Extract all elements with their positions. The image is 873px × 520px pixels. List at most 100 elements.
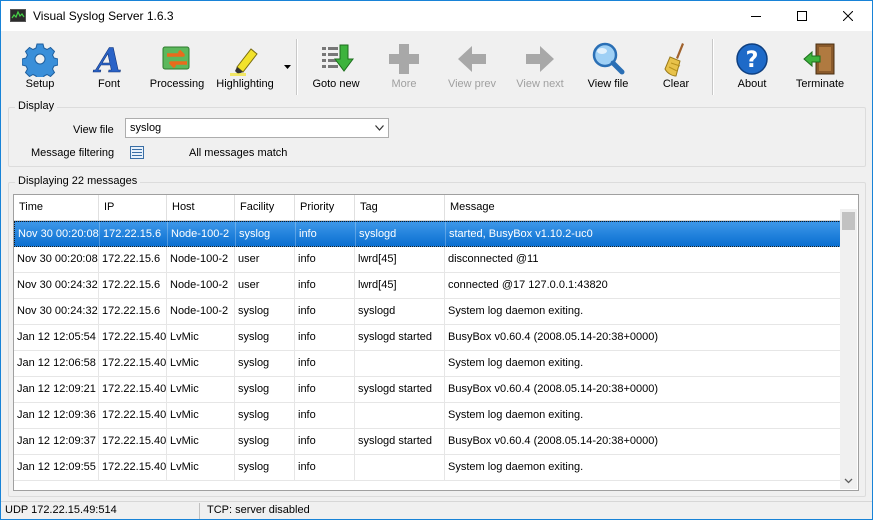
- table-header: Time IP Host Facility Priority Tag Messa…: [14, 195, 841, 221]
- terminate-button[interactable]: Terminate: [787, 31, 853, 97]
- column-header-tag[interactable]: Tag: [355, 195, 445, 220]
- minimize-icon: [751, 16, 761, 17]
- goto-new-button[interactable]: Goto new: [303, 31, 369, 97]
- cell-facility: syslog: [235, 455, 295, 480]
- cell-tag: syslogd started: [355, 325, 445, 350]
- cell-priority: info: [295, 273, 355, 298]
- status-bar: UDP 172.22.15.49:514 TCP: server disable…: [1, 501, 872, 519]
- toolbar-separator: [712, 39, 714, 95]
- column-header-ip[interactable]: IP: [99, 195, 167, 220]
- goto-new-icon: [322, 44, 354, 72]
- maximize-button[interactable]: [779, 1, 825, 31]
- cell-tag: lwrd[45]: [355, 247, 445, 272]
- cell-ip: 172.22.15.6: [99, 273, 167, 298]
- table-row[interactable]: Jan 12 12:09:55 172.22.15.40 LvMic syslog in…: [14, 455, 841, 481]
- setup-button[interactable]: Setup: [7, 31, 73, 97]
- table-row[interactable]: Jan 12 12:05:54 172.22.15.40 LvMic syslog in…: [14, 325, 841, 351]
- view-file-button[interactable]: View file: [575, 31, 641, 97]
- exit-door-icon: [803, 43, 835, 75]
- cell-facility: syslog: [235, 351, 295, 376]
- cell-message: System log daemon exiting.: [448, 409, 584, 421]
- highlighter-icon: [230, 48, 258, 76]
- app-icon: [10, 9, 26, 22]
- cell-ip: 172.22.15.40: [99, 351, 167, 376]
- terminate-label: Terminate: [795, 78, 845, 90]
- cell-ip: 172.22.15.6: [100, 222, 168, 247]
- highlighting-dropdown-icon[interactable]: [284, 65, 291, 69]
- cell-host: Node-100-2: [167, 247, 235, 272]
- close-button[interactable]: [825, 1, 871, 31]
- view-file-field-label: View file: [73, 124, 114, 136]
- view-file-select[interactable]: syslog: [125, 118, 389, 138]
- cell-host: LvMic: [167, 429, 235, 454]
- column-header-host[interactable]: Host: [167, 195, 235, 220]
- table-body: Nov 30 00:20:08 172.22.15.6 Node-100-2 sysl…: [14, 221, 841, 490]
- table-row[interactable]: Jan 12 12:06:58 172.22.15.40 LvMic syslog in…: [14, 351, 841, 377]
- cell-time: Jan 12 12:05:54: [14, 325, 99, 350]
- filter-status-text: All messages match: [189, 147, 288, 159]
- view-next-button[interactable]: View next: [507, 31, 573, 97]
- cell-time: Jan 12 12:09:37: [14, 429, 99, 454]
- cell-priority: info: [296, 222, 356, 247]
- cell-tag: syslogd: [356, 222, 446, 247]
- cell-time: Jan 12 12:09:21: [14, 377, 99, 402]
- cell-message: System log daemon exiting.: [448, 305, 584, 317]
- cell-ip: 172.22.15.40: [99, 325, 167, 350]
- scrollbar-thumb[interactable]: [842, 212, 855, 230]
- view-prev-button[interactable]: View prev: [439, 31, 505, 97]
- font-icon: A: [93, 41, 123, 77]
- cell-time: Nov 30 00:20:08: [14, 247, 99, 272]
- column-header-message[interactable]: Message: [445, 195, 841, 220]
- cell-ip: 172.22.15.40: [99, 403, 167, 428]
- vertical-scrollbar[interactable]: [840, 209, 857, 489]
- cell-host: LvMic: [167, 455, 235, 480]
- cell-priority: info: [295, 299, 355, 324]
- cell-time: Jan 12 12:09:55: [14, 455, 99, 480]
- cell-host: LvMic: [167, 351, 235, 376]
- cell-message: started, BusyBox v1.10.2-uc0: [449, 228, 593, 240]
- cell-priority: info: [295, 403, 355, 428]
- window-title: Visual Syslog Server 1.6.3: [33, 9, 174, 23]
- about-button[interactable]: ? About: [719, 31, 785, 97]
- scroll-down-icon[interactable]: [840, 472, 857, 489]
- processing-button[interactable]: Processing: [144, 31, 210, 97]
- goto-new-label: Goto new: [312, 78, 360, 90]
- cell-priority: info: [295, 351, 355, 376]
- cell-tag: [355, 351, 445, 376]
- filter-list-icon[interactable]: [130, 146, 144, 159]
- cell-time: Nov 30 00:24:32: [14, 273, 99, 298]
- cell-facility: syslog: [235, 429, 295, 454]
- cell-message: BusyBox v0.60.4 (2008.05.14-20:38+0000): [448, 331, 659, 343]
- cell-time: Jan 12 12:06:58: [14, 351, 99, 376]
- cell-tag: syslogd started: [355, 377, 445, 402]
- minimize-button[interactable]: [733, 1, 779, 31]
- more-button[interactable]: More: [371, 31, 437, 97]
- setup-label: Setup: [25, 78, 55, 90]
- arrow-right-icon: [526, 46, 554, 72]
- table-row[interactable]: Nov 30 00:20:08 172.22.15.6 Node-100-2 sysl…: [14, 221, 841, 247]
- cell-host: LvMic: [167, 403, 235, 428]
- cell-facility: syslog: [235, 377, 295, 402]
- table-row[interactable]: Jan 12 12:09:36 172.22.15.40 LvMic syslog in…: [14, 403, 841, 429]
- column-header-facility[interactable]: Facility: [235, 195, 295, 220]
- cell-facility: syslog: [235, 325, 295, 350]
- app-window: Visual Syslog Server 1.6.3 Setup A Font …: [0, 0, 873, 520]
- highlighting-button[interactable]: Highlighting: [212, 31, 278, 97]
- cell-time: Nov 30 00:20:08: [15, 222, 100, 247]
- table-row[interactable]: Jan 12 12:09:21 172.22.15.40 LvMic syslog in…: [14, 377, 841, 403]
- table-row[interactable]: Nov 30 00:24:32 172.22.15.6 Node-100-2 user…: [14, 273, 841, 299]
- title-bar: Visual Syslog Server 1.6.3: [1, 1, 872, 31]
- table-row[interactable]: Jan 12 12:09:37 172.22.15.40 LvMic syslog in…: [14, 429, 841, 455]
- font-button[interactable]: A Font: [76, 31, 142, 97]
- clear-button[interactable]: Clear: [643, 31, 709, 97]
- cell-facility: user: [235, 247, 295, 272]
- table-row[interactable]: Nov 30 00:24:32 172.22.15.6 Node-100-2 sysl…: [14, 299, 841, 325]
- cell-host: LvMic: [167, 377, 235, 402]
- cell-host: Node-100-2: [168, 222, 236, 247]
- table-row[interactable]: Nov 30 00:20:08 172.22.15.6 Node-100-2 user…: [14, 247, 841, 273]
- column-header-priority[interactable]: Priority: [295, 195, 355, 220]
- column-header-time[interactable]: Time: [14, 195, 99, 220]
- plus-icon: [389, 44, 419, 74]
- cell-priority: info: [295, 455, 355, 480]
- cell-message: BusyBox v0.60.4 (2008.05.14-20:38+0000): [448, 435, 659, 447]
